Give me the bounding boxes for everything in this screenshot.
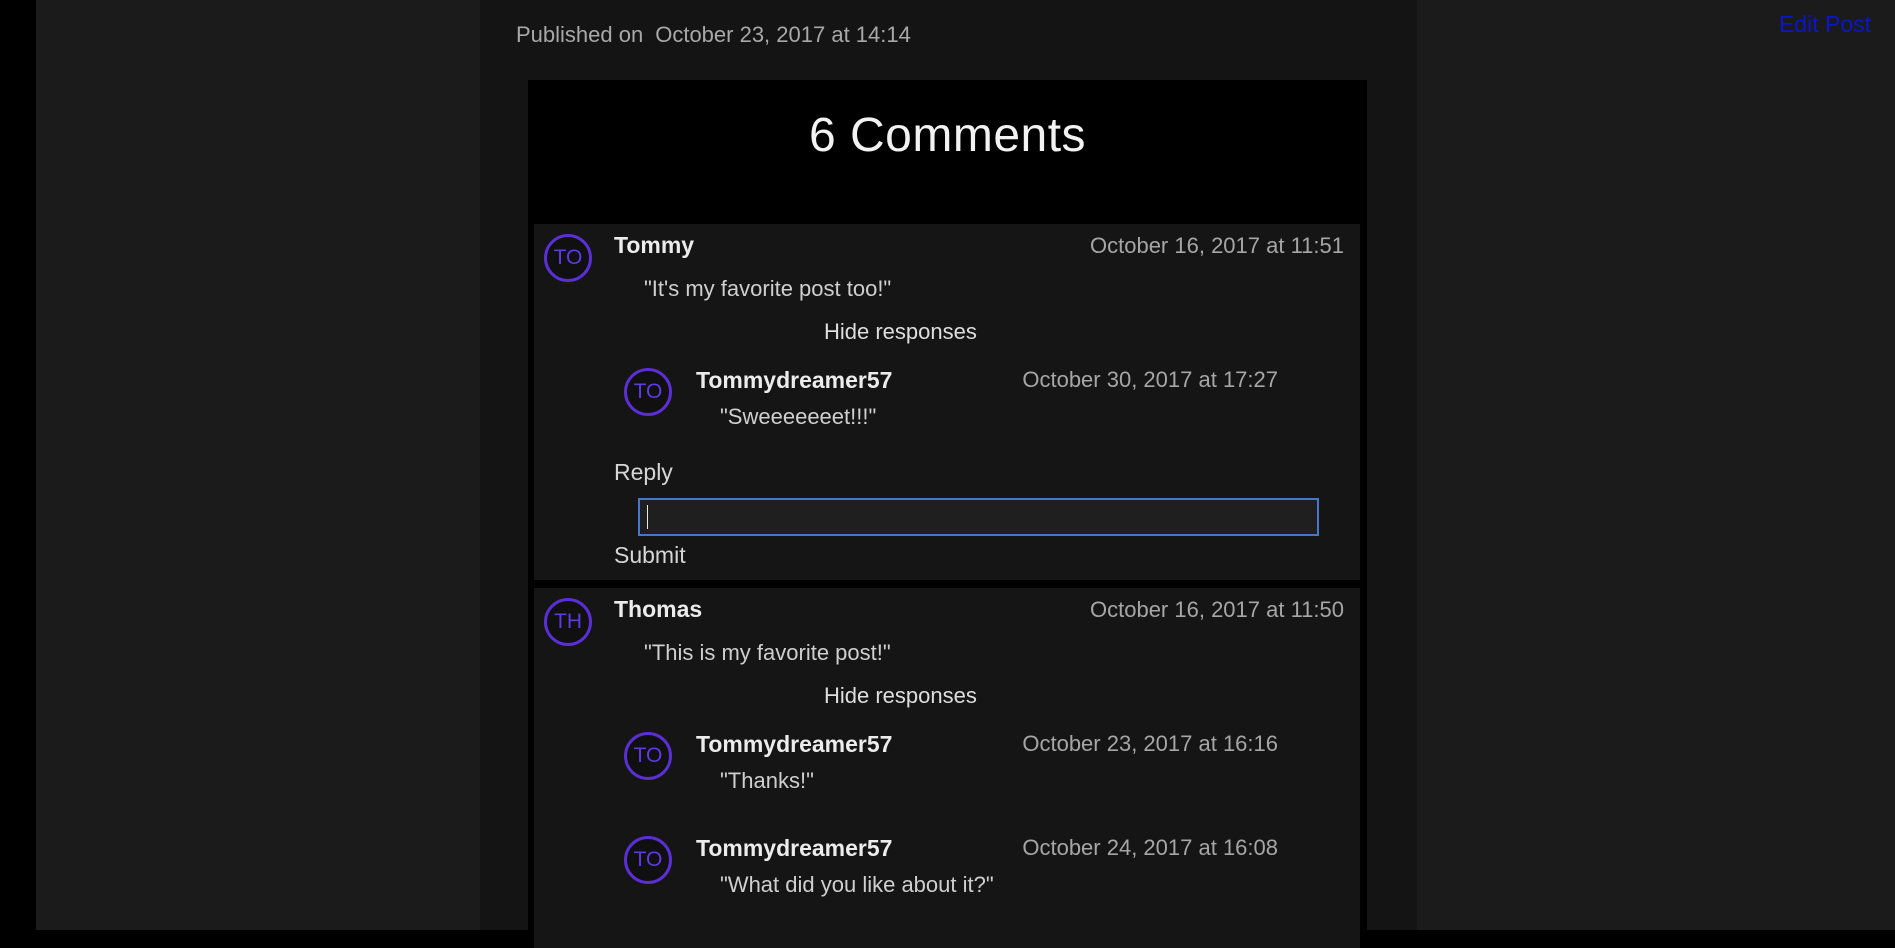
reply-label: Reply <box>614 459 673 485</box>
response-text: "Thanks!" <box>720 768 814 793</box>
response-date: October 23, 2017 at 16:16 <box>1022 731 1278 756</box>
avatar: TH <box>544 598 592 646</box>
published-label: Published on <box>516 22 644 47</box>
text-caret <box>647 505 648 529</box>
published-date: October 23, 2017 at 14:14 <box>655 22 911 47</box>
comments-section: 6 Comments TO Tommy October 16, 2017 at … <box>528 80 1367 948</box>
avatar: TO <box>544 234 592 282</box>
comment-date: October 16, 2017 at 11:50 <box>1090 597 1344 622</box>
comment-text: "It's my favorite post too!" <box>644 276 892 301</box>
comment-author: Thomas <box>614 596 703 622</box>
comments-title: 6 Comments <box>808 109 1087 162</box>
response-author: Tommydreamer57 <box>696 835 893 861</box>
avatar: TO <box>624 732 672 780</box>
comment-text: "This is my favorite post!" <box>644 640 891 665</box>
comment-author: Tommy <box>614 232 695 258</box>
response-author: Tommydreamer57 <box>696 731 893 757</box>
hide-responses-button[interactable]: Hide responses <box>824 683 977 709</box>
comment-date: October 16, 2017 at 11:51 <box>1090 233 1344 258</box>
avatar: TO <box>624 836 672 884</box>
response-date: October 24, 2017 at 16:08 <box>1022 835 1278 860</box>
response-author: Tommydreamer57 <box>696 367 893 393</box>
response-text: "What did you like about it?" <box>720 872 994 897</box>
hide-responses-button[interactable]: Hide responses <box>824 319 977 345</box>
response-text: "Sweeeeeeet!!!" <box>720 404 877 429</box>
published-info: Published on October 23, 2017 at 14:14 <box>516 22 911 48</box>
edit-post-link[interactable]: Edit Post <box>1779 11 1871 38</box>
response-date: October 30, 2017 at 17:27 <box>1022 367 1278 392</box>
reply-input[interactable] <box>638 498 1319 536</box>
comment-card: TH Thomas October 16, 2017 at 11:50 "Thi… <box>534 588 1360 948</box>
comment-card: TO Tommy October 16, 2017 at 11:51 "It's… <box>534 224 1360 580</box>
submit-reply-button[interactable]: Submit <box>614 542 686 569</box>
avatar: TO <box>624 368 672 416</box>
